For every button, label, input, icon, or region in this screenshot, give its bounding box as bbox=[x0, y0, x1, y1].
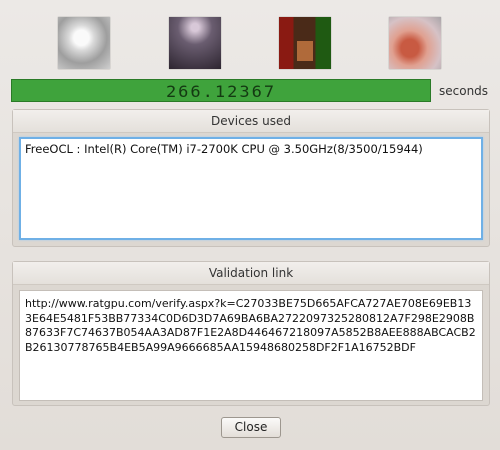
scene-thumbnail-2 bbox=[169, 17, 221, 69]
devices-group: Devices used FreeOCL : Intel(R) Core(TM)… bbox=[12, 109, 490, 247]
render-time-unit: seconds bbox=[439, 84, 489, 98]
validation-title: Validation link bbox=[13, 262, 489, 285]
render-time-value: 266.12367 bbox=[165, 82, 277, 102]
devices-title: Devices used bbox=[13, 110, 489, 133]
render-time-display: 266.12367 bbox=[11, 79, 431, 102]
validation-link-text-area[interactable]: http://www.ratgpu.com/verify.aspx?k=C270… bbox=[19, 290, 483, 401]
validation-group: Validation link http://www.ratgpu.com/ve… bbox=[12, 261, 490, 406]
close-button[interactable]: Close bbox=[221, 417, 281, 438]
scene-thumbnail-3 bbox=[279, 17, 331, 69]
devices-text-area[interactable]: FreeOCL : Intel(R) Core(TM) i7-2700K CPU… bbox=[19, 137, 483, 240]
scene-thumbnail-4 bbox=[389, 17, 441, 69]
scene-object bbox=[297, 41, 313, 61]
scene-thumbnail-1 bbox=[58, 17, 110, 69]
